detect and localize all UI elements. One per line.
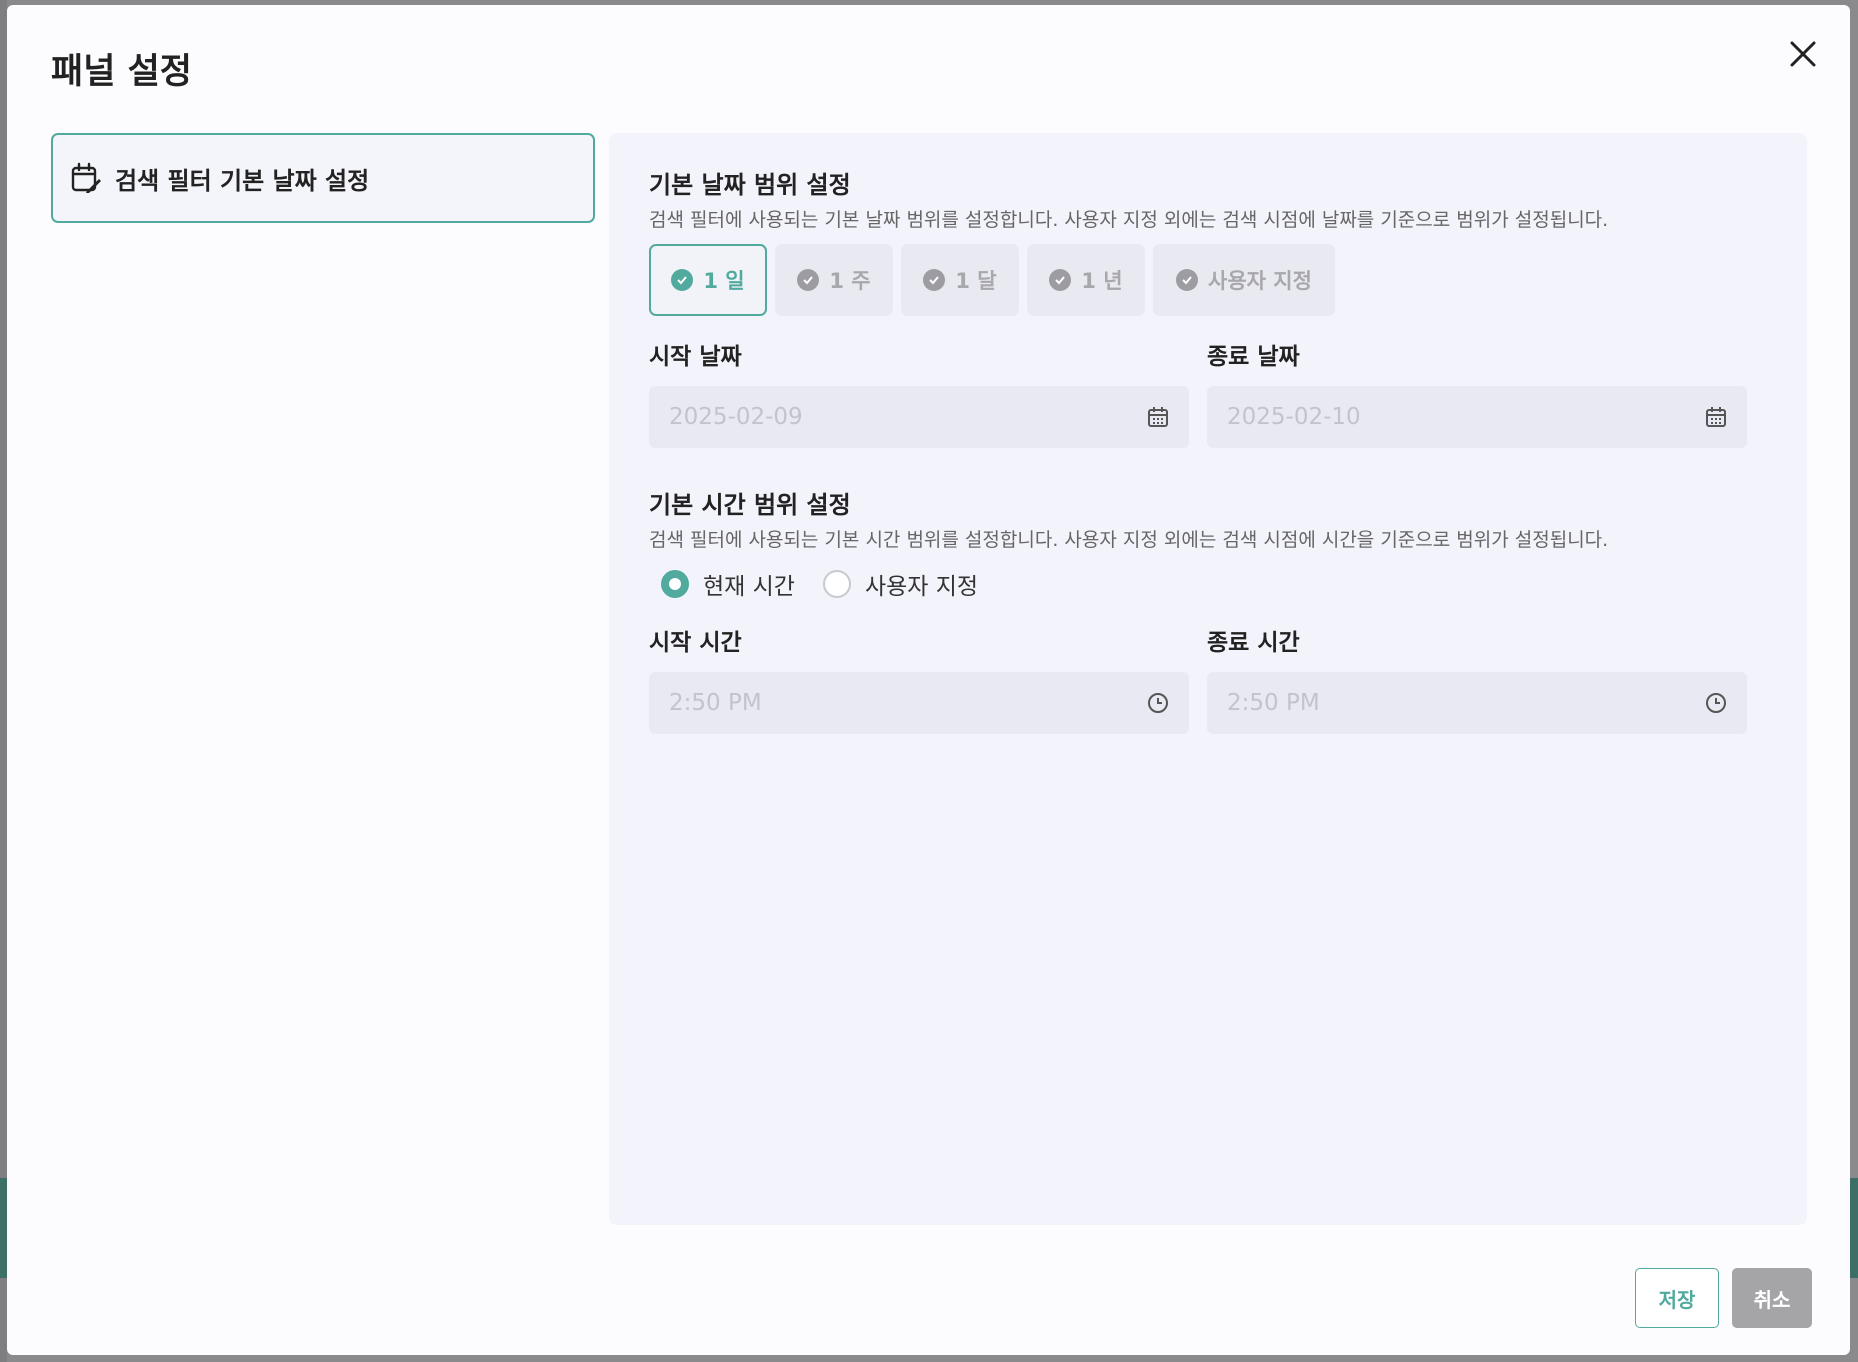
check-icon bbox=[1049, 269, 1072, 291]
range-1-day-button[interactable]: 1 일 bbox=[649, 244, 767, 316]
time-section-description: 검색 필터에 사용되는 기본 시간 범위를 설정합니다. 사용자 지정 외에는 … bbox=[649, 529, 1609, 551]
clock-icon[interactable] bbox=[1147, 692, 1169, 714]
date-section-title: 기본 날짜 범위 설정 bbox=[649, 171, 851, 199]
check-icon bbox=[671, 269, 694, 291]
background-app bbox=[0, 0, 7, 1362]
radio-custom-time[interactable]: 사용자 지정 bbox=[822, 567, 979, 601]
end-time-field[interactable]: 2:50 PM bbox=[1207, 672, 1747, 734]
radio-label: 사용자 지정 bbox=[864, 574, 979, 600]
dialog-title: 패널 설정 bbox=[51, 52, 192, 92]
range-label: 1 년 bbox=[1081, 269, 1123, 293]
close-icon bbox=[1790, 41, 1816, 67]
check-icon bbox=[1176, 269, 1199, 291]
calendar-icon[interactable] bbox=[1147, 406, 1169, 428]
end-date-field[interactable]: 2025-02-10 bbox=[1207, 386, 1747, 448]
range-1-year-button[interactable]: 1 년 bbox=[1027, 244, 1145, 316]
clock-icon[interactable] bbox=[1705, 692, 1727, 714]
radio-current-time[interactable]: 현재 시간 bbox=[661, 567, 795, 601]
date-section-description: 검색 필터에 사용되는 기본 날짜 범위를 설정합니다. 사용자 지정 외에는 … bbox=[649, 209, 1609, 231]
close-button[interactable] bbox=[1782, 33, 1824, 75]
range-label: 사용자 지정 bbox=[1208, 269, 1312, 293]
start-time-field[interactable]: 2:50 PM bbox=[649, 672, 1189, 734]
calendar-edit-icon bbox=[71, 162, 101, 193]
calendar-icon[interactable] bbox=[1705, 406, 1727, 428]
range-custom-button[interactable]: 사용자 지정 bbox=[1153, 244, 1335, 316]
range-1-week-button[interactable]: 1 주 bbox=[775, 244, 893, 316]
time-mode-radio-group: 현재 시간 사용자 지정 bbox=[661, 567, 1006, 601]
settings-panel: 기본 날짜 범위 설정 검색 필터에 사용되는 기본 날짜 범위를 설정합니다.… bbox=[609, 133, 1807, 1225]
radio-label: 현재 시간 bbox=[703, 574, 795, 600]
sidebar-item-label: 검색 필터 기본 날짜 설정 bbox=[115, 166, 370, 195]
check-icon bbox=[797, 269, 820, 291]
range-label: 1 일 bbox=[703, 269, 745, 293]
radio-indicator bbox=[822, 570, 851, 598]
time-section-title: 기본 시간 범위 설정 bbox=[649, 491, 851, 519]
end-time-value: 2:50 PM bbox=[1227, 690, 1320, 716]
save-button[interactable]: 저장 bbox=[1635, 1268, 1719, 1328]
start-date-label: 시작 날짜 bbox=[649, 344, 742, 370]
end-date-label: 종료 날짜 bbox=[1207, 344, 1300, 370]
panel-settings-dialog: 패널 설정 검색 필터 기본 날짜 설정 기본 날짜 범위 설정 검색 필터에 … bbox=[7, 5, 1850, 1355]
range-label: 1 주 bbox=[829, 269, 871, 293]
end-date-value: 2025-02-10 bbox=[1227, 404, 1361, 430]
radio-indicator bbox=[661, 570, 689, 598]
start-date-value: 2025-02-09 bbox=[669, 404, 803, 430]
start-time-value: 2:50 PM bbox=[669, 690, 762, 716]
range-1-month-button[interactable]: 1 달 bbox=[901, 244, 1019, 316]
start-time-label: 시작 시간 bbox=[649, 630, 742, 656]
end-time-label: 종료 시간 bbox=[1207, 630, 1300, 656]
start-date-field[interactable]: 2025-02-09 bbox=[649, 386, 1189, 448]
cancel-button[interactable]: 취소 bbox=[1732, 1268, 1812, 1328]
check-icon bbox=[923, 269, 946, 291]
range-label: 1 달 bbox=[955, 269, 997, 293]
sidebar-item-date-filter[interactable]: 검색 필터 기본 날짜 설정 bbox=[51, 133, 595, 223]
